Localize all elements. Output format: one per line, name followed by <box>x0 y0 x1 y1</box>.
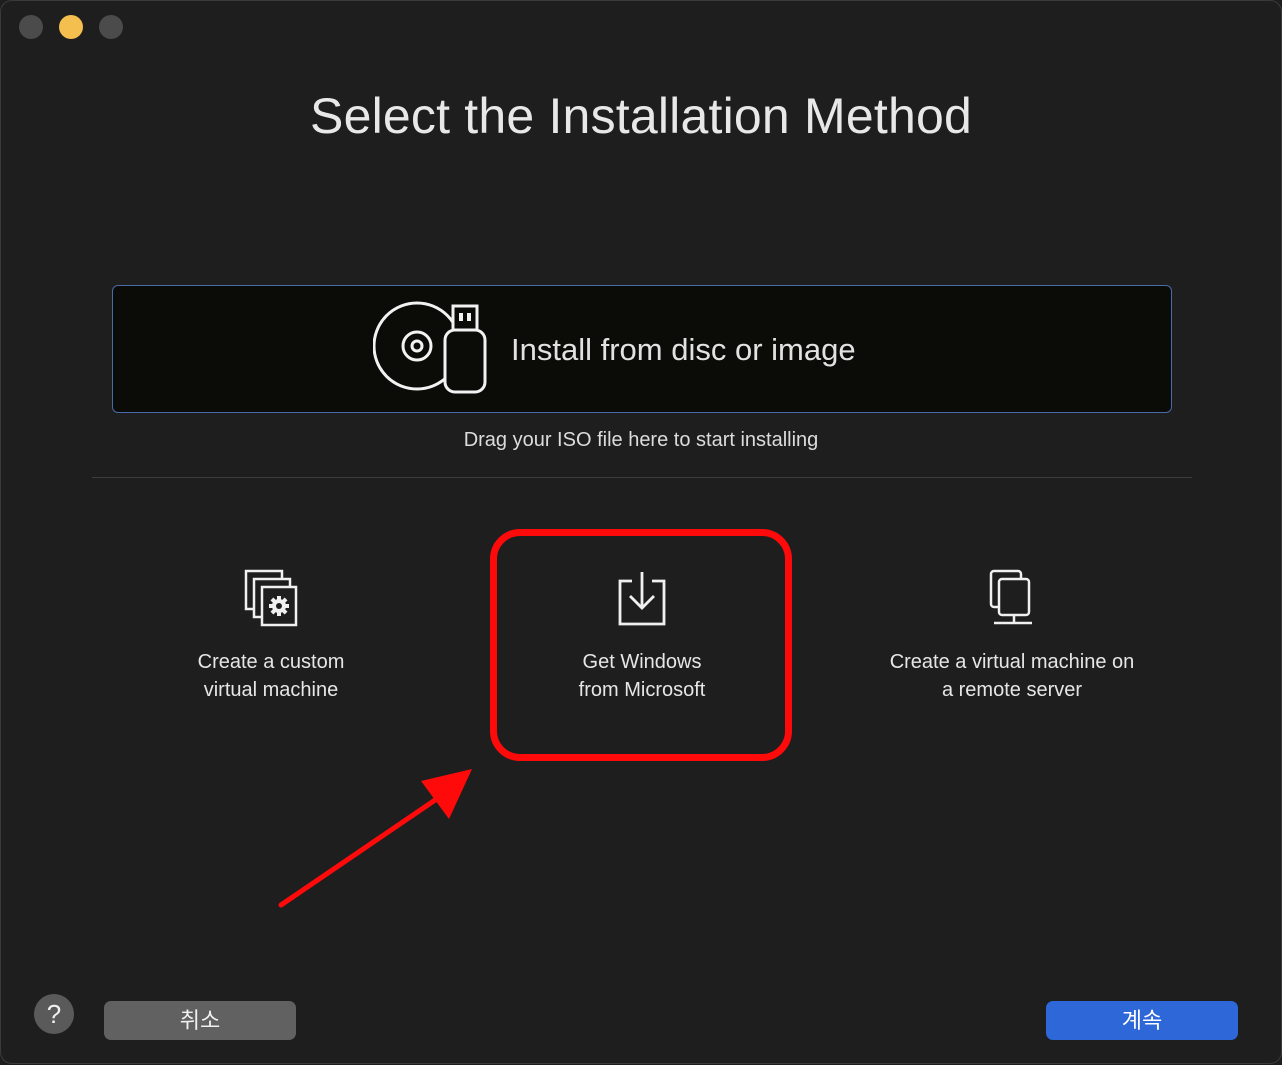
help-button[interactable]: ? <box>34 994 74 1034</box>
zoom-window-button[interactable] <box>99 15 123 39</box>
cancel-button[interactable]: 취소 <box>104 1001 296 1040</box>
section-divider <box>92 477 1192 478</box>
install-from-disc-label: Install from disc or image <box>511 332 856 367</box>
pointer-arrow-annotation <box>278 769 472 908</box>
remote-server-vm-option[interactable]: Create a virtual machine on a remote ser… <box>852 569 1172 704</box>
remote-server-vm-label: Create a virtual machine on a remote ser… <box>889 651 1135 701</box>
create-custom-vm-option[interactable]: Create a custom virtual machine <box>111 569 431 704</box>
get-windows-label: Get Windows from Microsoft <box>578 651 706 701</box>
remote-server-icon <box>988 569 1036 634</box>
drag-iso-hint: Drag your ISO file here to start install… <box>463 429 819 451</box>
disc-usb-icon <box>372 300 489 401</box>
minimize-window-button[interactable] <box>59 15 83 39</box>
window-controls <box>19 15 123 39</box>
installation-assistant-window: Select the Installation Method Install f… <box>0 0 1282 1064</box>
page-title: Select the Installation Method <box>310 88 972 144</box>
download-icon <box>616 569 668 632</box>
install-from-disc-dropzone[interactable]: Install from disc or image <box>112 285 1172 413</box>
custom-vm-gear-icon <box>244 569 298 632</box>
close-window-button[interactable] <box>19 15 43 39</box>
continue-button[interactable]: 계속 <box>1046 1001 1238 1040</box>
get-windows-option[interactable]: Get Windows from Microsoft <box>482 569 802 704</box>
create-custom-vm-label: Create a custom virtual machine <box>197 651 345 701</box>
